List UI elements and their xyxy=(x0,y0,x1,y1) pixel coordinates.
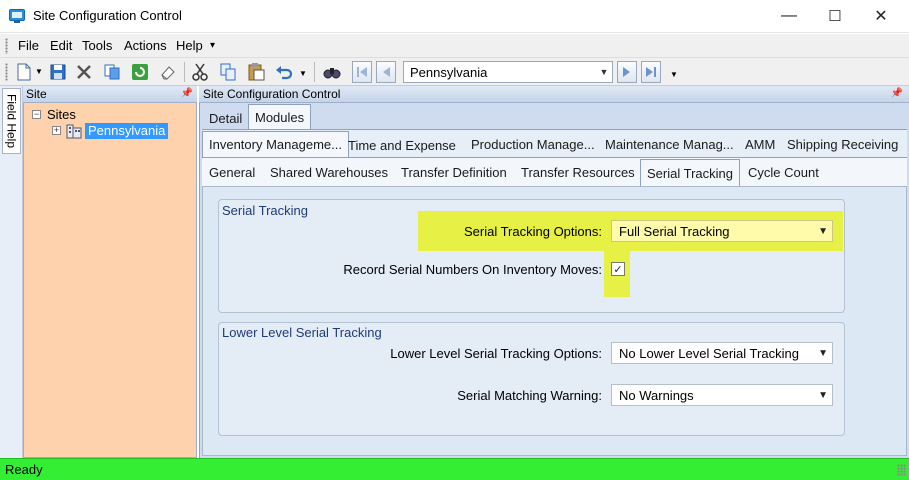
tab-detail[interactable]: Detail xyxy=(203,107,248,130)
delete-icon[interactable] xyxy=(74,62,94,82)
status-bar: Ready xyxy=(0,458,909,480)
site-panel-title: Site xyxy=(26,87,47,101)
copy-icon[interactable] xyxy=(102,62,122,82)
menu-tools[interactable]: Tools xyxy=(82,38,112,53)
close-button[interactable]: ✕ xyxy=(858,0,904,32)
copy-clipboard-icon[interactable] xyxy=(218,62,238,82)
tab-production-management[interactable]: Production Manage... xyxy=(465,133,601,156)
tab-modules[interactable]: Modules xyxy=(248,104,312,129)
serial-matching-warning-label: Serial Matching Warning: xyxy=(457,388,602,403)
menu-actions[interactable]: Actions xyxy=(124,38,167,53)
minimize-button[interactable]: — xyxy=(766,0,812,32)
save-icon[interactable] xyxy=(48,62,68,82)
clear-icon[interactable] xyxy=(158,62,178,82)
serial-tracking-options-value: Full Serial Tracking xyxy=(619,224,730,239)
record-serial-label: Record Serial Numbers On Inventory Moves… xyxy=(343,262,602,277)
tab-transfer-resources[interactable]: Transfer Resources xyxy=(515,161,641,184)
undo-dropdown-icon[interactable]: ▼ xyxy=(299,69,307,78)
toolbar-grip[interactable] xyxy=(5,63,8,81)
site-selector-value: Pennsylvania xyxy=(410,65,488,80)
chevron-down-icon[interactable]: ▼ xyxy=(818,390,828,401)
close-icon: ✕ xyxy=(874,8,888,25)
tab-shipping-receiving[interactable]: Shipping Receiving xyxy=(781,133,904,156)
resize-grip-icon[interactable] xyxy=(897,464,906,476)
cut-icon[interactable] xyxy=(190,62,210,82)
lower-level-options-value: No Lower Level Serial Tracking xyxy=(619,346,799,361)
tree-node-sites[interactable]: Sites xyxy=(47,107,76,122)
menu-grip[interactable] xyxy=(5,38,8,54)
new-dropdown-icon[interactable]: ▼ xyxy=(35,67,43,76)
main-panel-header: Site Configuration Control 📌 xyxy=(199,86,909,103)
tab-general[interactable]: General xyxy=(203,161,261,184)
last-record-button[interactable] xyxy=(641,61,661,83)
site-panel xyxy=(23,86,197,458)
first-icon xyxy=(357,67,367,77)
previous-icon xyxy=(383,67,390,77)
chevron-down-icon[interactable]: ▼ xyxy=(596,62,612,82)
toolbar-separator xyxy=(314,62,315,82)
tab-transfer-definition[interactable]: Transfer Definition xyxy=(395,161,513,184)
serial-tracking-group-title: Serial Tracking xyxy=(222,203,308,218)
serial-tracking-options-select[interactable]: Full Serial Tracking ▼ xyxy=(611,220,833,242)
next-record-button[interactable] xyxy=(617,61,637,83)
tab-serial-tracking[interactable]: Serial Tracking xyxy=(640,159,740,186)
window-title: Site Configuration Control xyxy=(33,8,182,23)
site-selector-combo[interactable]: Pennsylvania ▼ xyxy=(403,61,613,83)
undo-icon[interactable] xyxy=(274,62,294,82)
new-icon[interactable] xyxy=(14,62,34,82)
find-icon[interactable] xyxy=(322,62,342,82)
first-record-button[interactable] xyxy=(352,61,372,83)
paste-icon[interactable] xyxy=(246,62,266,82)
last-icon xyxy=(646,67,656,77)
next-icon xyxy=(623,67,630,77)
field-help-label: Field Help xyxy=(4,93,19,149)
tab-inventory-management[interactable]: Inventory Manageme... xyxy=(202,131,349,157)
pin-icon[interactable]: 📌 xyxy=(891,88,903,99)
serial-matching-warning-select[interactable]: No Warnings ▼ xyxy=(611,384,833,406)
field-help-tab[interactable]: Field Help xyxy=(2,88,21,154)
lower-level-group-title: Lower Level Serial Tracking xyxy=(222,325,382,340)
menu-bar: File Edit Tools Actions Help ▾ xyxy=(0,34,909,58)
tab-maintenance-management[interactable]: Maintenance Manag... xyxy=(599,133,740,156)
tab-amm[interactable]: AMM xyxy=(739,133,781,156)
chevron-down-icon[interactable]: ▼ xyxy=(818,348,828,359)
tab-shared-warehouses[interactable]: Shared Warehouses xyxy=(264,161,394,184)
pin-icon[interactable]: 📌 xyxy=(181,88,193,99)
menu-help[interactable]: Help xyxy=(176,38,203,53)
refresh-icon[interactable] xyxy=(130,62,150,82)
serial-tracking-options-label: Serial Tracking Options: xyxy=(463,224,602,239)
chevron-down-icon[interactable]: ▼ xyxy=(818,226,828,237)
menu-file[interactable]: File xyxy=(18,38,39,53)
tab-cycle-count[interactable]: Cycle Count xyxy=(742,161,825,184)
minimize-icon: — xyxy=(781,7,797,24)
tree-node-pennsylvania[interactable]: Pennsylvania xyxy=(85,123,169,139)
title-bar: Site Configuration Control — ☐ ✕ xyxy=(0,0,909,33)
site-panel-header: Site 📌 xyxy=(23,86,197,103)
record-serial-checkbox[interactable]: ✓ xyxy=(611,262,625,276)
menu-overflow-icon[interactable]: ▾ xyxy=(210,40,215,51)
tab-time-and-expense[interactable]: Time and Expense xyxy=(342,134,462,157)
building-icon xyxy=(66,124,82,139)
collapse-icon[interactable]: − xyxy=(32,110,41,119)
expand-icon[interactable]: + xyxy=(52,126,61,135)
toolbar-overflow-icon[interactable]: ▼ xyxy=(670,70,678,79)
app-icon xyxy=(9,9,25,23)
serial-matching-warning-value: No Warnings xyxy=(619,388,694,403)
lower-level-options-label: Lower Level Serial Tracking Options: xyxy=(390,346,602,361)
toolbar-separator xyxy=(184,62,185,82)
menu-edit[interactable]: Edit xyxy=(50,38,72,53)
maximize-icon: ☐ xyxy=(828,8,842,25)
lower-level-options-select[interactable]: No Lower Level Serial Tracking ▼ xyxy=(611,342,833,364)
main-panel-title: Site Configuration Control xyxy=(203,87,341,101)
maximize-button[interactable]: ☐ xyxy=(812,0,858,32)
status-text: Ready xyxy=(5,462,43,477)
checkmark-icon: ✓ xyxy=(613,263,623,276)
previous-record-button[interactable] xyxy=(376,61,396,83)
